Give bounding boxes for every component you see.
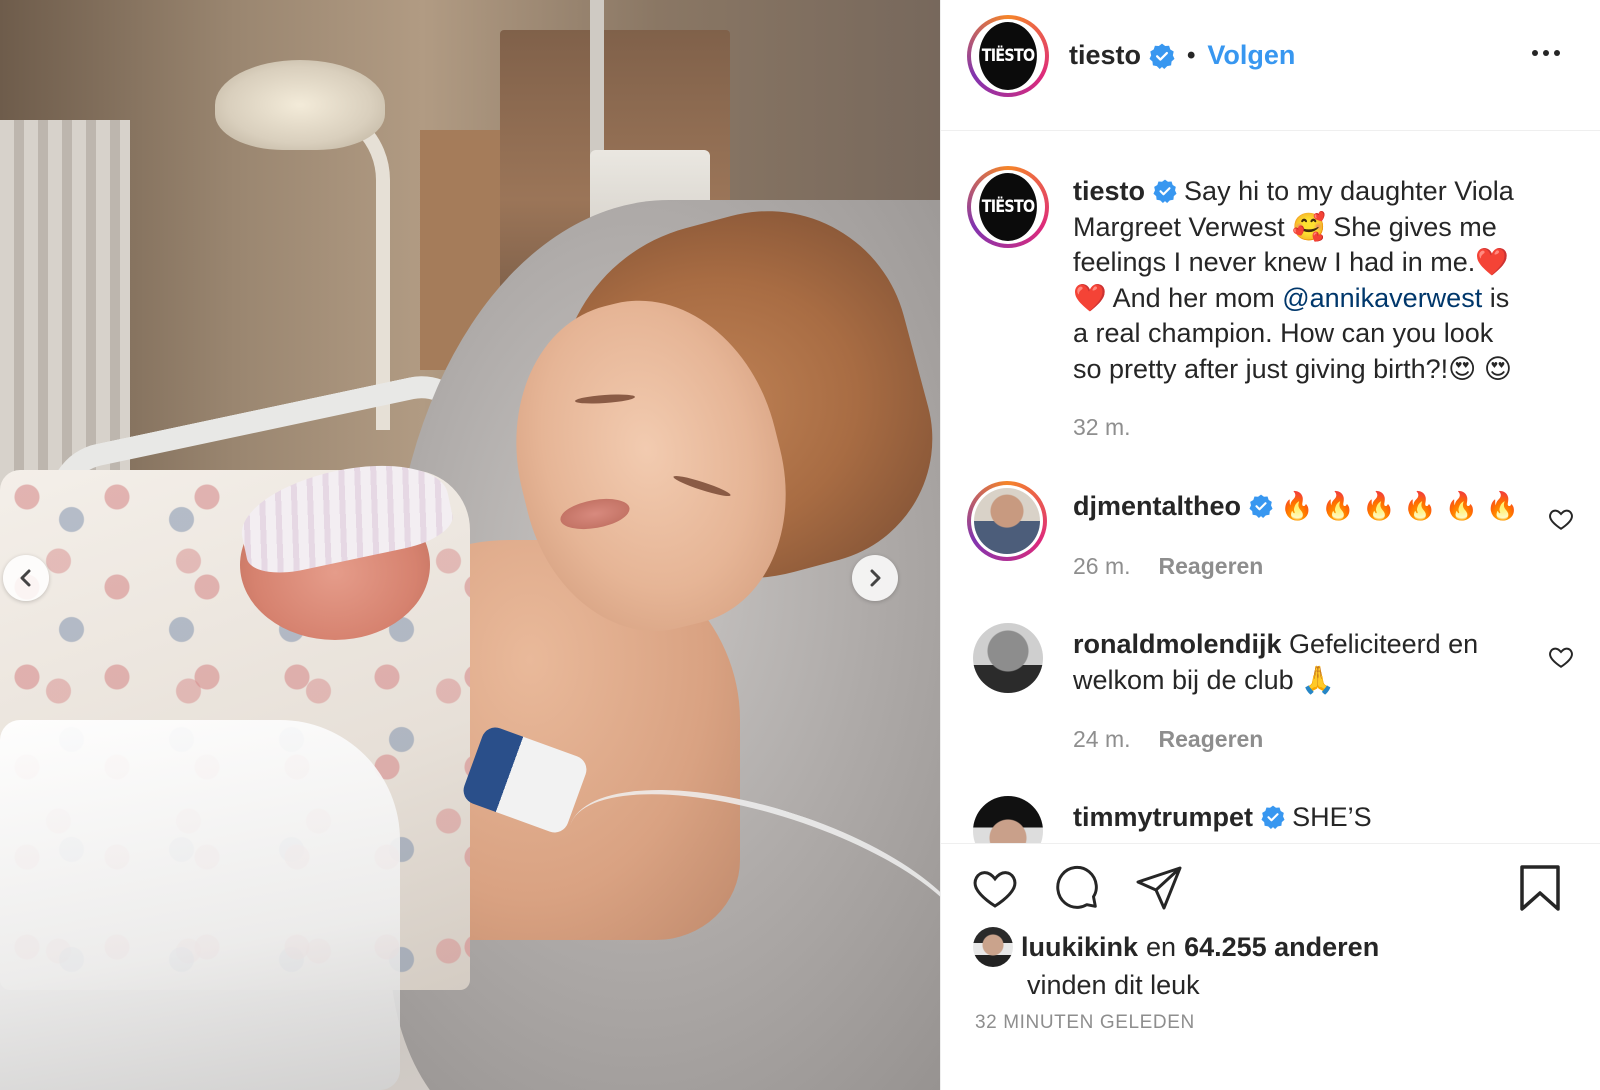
likes-suffix: vinden dit leuk xyxy=(1027,970,1200,1000)
comment-username[interactable]: ronaldmolendijk xyxy=(1073,629,1282,659)
author-avatar[interactable]: TIËSTO xyxy=(967,15,1049,97)
comment-meta: 24 m. Reageren xyxy=(1073,726,1263,753)
comment-time[interactable]: 26 m. xyxy=(1073,553,1131,580)
header-separator: • xyxy=(1187,41,1196,69)
liker-avatar[interactable] xyxy=(973,927,1013,967)
post-timestamp[interactable]: 32 MINUTEN GELEDEN xyxy=(975,1012,1195,1034)
avatar xyxy=(974,488,1040,554)
comment-meta: 26 m. Reageren xyxy=(1073,553,1263,580)
share-icon[interactable] xyxy=(1135,864,1183,912)
commenter-avatar[interactable] xyxy=(973,796,1043,843)
likes-connector: en xyxy=(1146,932,1177,962)
tiesto-logo: TIËSTO xyxy=(979,173,1037,241)
comment-username[interactable]: timmytrumpet xyxy=(1073,802,1253,832)
photo-basin xyxy=(0,720,400,1090)
comment-username[interactable]: djmentaltheo xyxy=(1073,491,1241,521)
heart-icon[interactable] xyxy=(971,864,1019,912)
caption-username[interactable]: tiesto xyxy=(1073,176,1145,206)
reply-button[interactable]: Reageren xyxy=(1159,553,1264,580)
caption-meta: 32 m. xyxy=(1073,414,1131,441)
post-header: TIËSTO tiesto • Volgen xyxy=(941,0,1600,131)
verified-icon xyxy=(1261,805,1285,829)
caption-author-avatar[interactable]: TIËSTO xyxy=(967,166,1049,248)
verified-icon xyxy=(1149,43,1175,69)
bookmark-icon[interactable] xyxy=(1518,864,1562,912)
comment-text: djmentaltheo 🔥 🔥 🔥 🔥 🔥 🔥 xyxy=(1073,489,1520,525)
mention-link[interactable]: @annikaverwest xyxy=(1282,283,1482,313)
comments-list[interactable]: TIËSTO tiesto Say hi to my daughter Viol… xyxy=(941,131,1600,843)
previous-photo-button[interactable] xyxy=(3,555,49,601)
comment-time[interactable]: 24 m. xyxy=(1073,726,1131,753)
tiesto-logo: TIËSTO xyxy=(979,22,1037,90)
chevron-left-icon xyxy=(20,569,31,587)
heart-icon[interactable] xyxy=(1548,506,1574,532)
avatar xyxy=(973,796,1043,843)
more-icon xyxy=(1532,50,1538,56)
photo-lamp xyxy=(215,60,385,150)
post-photo[interactable] xyxy=(0,0,940,1090)
author-username[interactable]: tiesto xyxy=(1069,40,1141,71)
verified-icon xyxy=(1249,494,1273,518)
comment-icon[interactable] xyxy=(1053,864,1101,912)
avatar xyxy=(973,623,1043,693)
comment-message: 🔥 🔥 🔥 🔥 🔥 🔥 xyxy=(1280,491,1520,521)
commenter-avatar[interactable] xyxy=(973,623,1043,693)
comment-text: timmytrumpet SHE’S xyxy=(1073,800,1520,836)
comment-text: ronaldmolendijk Gefeliciteerd en welkom … xyxy=(1073,627,1520,698)
next-photo-button[interactable] xyxy=(852,555,898,601)
first-liker-username[interactable]: luukikink xyxy=(1021,929,1138,965)
more-options-button[interactable] xyxy=(1532,50,1560,56)
caption-text: tiesto Say hi to my daughter Viola Margr… xyxy=(1073,174,1520,387)
heart-icon[interactable] xyxy=(1548,644,1574,670)
caption-time[interactable]: 32 m. xyxy=(1073,414,1131,441)
chevron-right-icon xyxy=(870,569,881,587)
likes-count-link[interactable]: 64.255 anderen xyxy=(1184,929,1379,965)
post-side-panel: TIËSTO tiesto • Volgen TIËSTO tiesto Say… xyxy=(940,0,1600,1090)
action-bar xyxy=(971,864,1183,912)
follow-button[interactable]: Volgen xyxy=(1207,40,1295,71)
author-info: tiesto • Volgen xyxy=(1069,40,1295,71)
comment-message: SHE’S xyxy=(1292,802,1372,832)
commenter-avatar[interactable] xyxy=(967,481,1047,561)
post-footer: luukikink en 64.255 anderen vinden dit l… xyxy=(941,843,1600,1090)
reply-button[interactable]: Reageren xyxy=(1159,726,1264,753)
verified-icon xyxy=(1153,179,1177,203)
likes-summary: luukikink en 64.255 anderen vinden dit l… xyxy=(973,927,1379,1003)
